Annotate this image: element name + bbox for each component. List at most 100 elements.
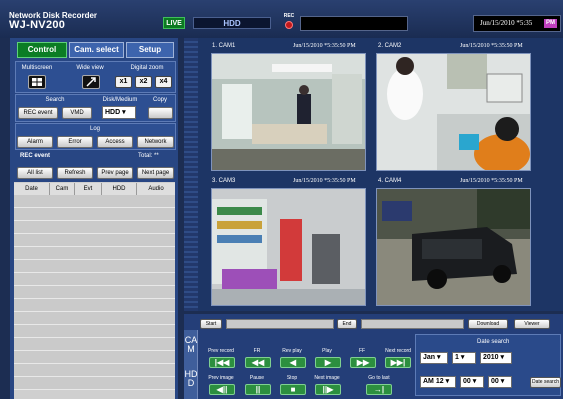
disk-medium-select[interactable]: HDD ▾ (102, 106, 136, 119)
stop-label: Stop (286, 375, 298, 381)
start-button[interactable]: Start (200, 319, 222, 329)
table-row[interactable] (14, 260, 175, 273)
column-header-hdd[interactable]: HDD (102, 183, 137, 195)
zoom-x4-button[interactable]: x4 (155, 76, 172, 88)
day-select[interactable]: 1 ▾ (452, 352, 476, 364)
table-row[interactable] (14, 338, 175, 351)
rec-event-search-button[interactable]: REC event (18, 107, 58, 119)
tab-cam[interactable]: CAM (184, 336, 198, 354)
live-badge[interactable]: LIVE (163, 17, 185, 29)
mode-display: HDD (193, 17, 271, 29)
wide-view-label: Wide view (76, 65, 104, 71)
reverse-play-icon: ◀ (289, 358, 297, 367)
cam1-feed[interactable] (211, 53, 366, 171)
all-list-button[interactable]: All list (17, 167, 53, 179)
cam3-feed[interactable] (211, 188, 366, 306)
fast-forward-label: FF (358, 348, 366, 354)
go-to-last-label: Go to last (368, 375, 390, 381)
table-row[interactable] (14, 273, 175, 286)
column-header-audio[interactable]: Audio (137, 183, 175, 195)
play-button[interactable]: ▶ (315, 357, 341, 368)
prev-record-label: Prev record (208, 348, 234, 354)
month-select[interactable]: Jan ▾ (420, 352, 448, 364)
table-row[interactable] (14, 208, 175, 221)
tab-setup[interactable]: Setup (126, 42, 174, 58)
zoom-x1-button[interactable]: x1 (115, 76, 132, 88)
column-header-cam[interactable]: Cam (50, 183, 75, 195)
log-access-button[interactable]: Access (97, 136, 133, 148)
minute-select[interactable]: 00 ▾ (460, 376, 484, 388)
chevron-down-icon: ▾ (472, 378, 477, 385)
chevron-down-icon: ▾ (500, 354, 505, 361)
log-error-button[interactable]: Error (57, 136, 93, 148)
next-page-button[interactable]: Next page (137, 167, 174, 179)
table-row[interactable] (14, 195, 175, 208)
cam4-label: 4. CAM4 (378, 178, 402, 184)
model-name: WJ-NV200 (9, 19, 66, 31)
tab-cam-select[interactable]: Cam. select (69, 42, 124, 58)
stop-icon: ■ (290, 385, 296, 394)
chevron-down-icon: ▾ (122, 109, 126, 116)
cam3-label: 3. CAM3 (212, 178, 236, 184)
log-alarm-button[interactable]: Alarm (17, 136, 53, 148)
tab-control[interactable]: Control (17, 42, 67, 58)
chevron-down-icon: ▾ (445, 378, 450, 385)
cam4-feed[interactable] (376, 188, 531, 306)
table-row[interactable] (14, 247, 175, 260)
stop-button[interactable]: ■ (280, 384, 306, 395)
end-time-field[interactable] (361, 319, 464, 329)
wide-view-button[interactable] (82, 75, 100, 89)
end-button[interactable]: End (337, 319, 357, 329)
column-header-date[interactable]: Date (14, 183, 50, 195)
table-row[interactable] (14, 364, 175, 377)
prev-record-button[interactable]: |◀◀ (209, 357, 235, 368)
cam2-feed[interactable] (376, 53, 531, 171)
download-button[interactable]: Download (468, 319, 508, 329)
pause-icon: || (255, 385, 261, 394)
prev-image-button[interactable]: ◀|| (209, 384, 235, 395)
year-value: 2010 (483, 354, 499, 361)
fast-reverse-button[interactable]: ◀◀ (245, 357, 271, 368)
day-value: 1 (455, 354, 459, 361)
vmd-search-button[interactable]: VMD (62, 107, 92, 119)
pause-button[interactable]: || (245, 384, 271, 395)
next-record-button[interactable]: ▶▶| (385, 357, 411, 368)
table-row[interactable] (14, 234, 175, 247)
multiscreen-button[interactable] (28, 75, 46, 89)
go-to-last-button[interactable]: →| (366, 384, 392, 395)
cam4-image (377, 189, 530, 305)
chevron-down-icon: ▾ (500, 378, 505, 385)
table-row[interactable] (14, 377, 175, 390)
start-time-field[interactable] (226, 319, 334, 329)
table-row[interactable] (14, 221, 175, 234)
zoom-x2-button[interactable]: x2 (135, 76, 152, 88)
table-row[interactable] (14, 325, 175, 338)
table-row[interactable] (14, 286, 175, 299)
cam1-timestamp: Jun/15/2010 *5:35:50 PM (293, 43, 356, 49)
column-header-evt[interactable]: Evt (75, 183, 102, 195)
rev-play-button[interactable]: ◀ (280, 357, 306, 368)
fast-forward-button[interactable]: ▶▶ (350, 357, 376, 368)
cam4-timestamp: Jun/15/2010 *5:35:50 PM (460, 178, 523, 184)
hour-value: AM 12 (423, 378, 444, 385)
table-row[interactable] (14, 312, 175, 325)
log-network-button[interactable]: Network (137, 136, 174, 148)
viewer-button[interactable]: Viewer (514, 319, 550, 329)
tab-hdd[interactable]: HDD (184, 370, 198, 388)
table-row[interactable] (14, 351, 175, 364)
date-search-button[interactable]: Date search (530, 377, 561, 388)
skip-back-icon: |◀◀ (214, 358, 230, 367)
hour-select[interactable]: AM 12 ▾ (420, 376, 456, 388)
ampm-badge: PM (544, 19, 557, 28)
prev-page-button[interactable]: Prev page (97, 167, 133, 179)
next-record-label: Next record (385, 348, 411, 354)
refresh-button[interactable]: Refresh (57, 167, 93, 179)
disk-medium-value: HDD (105, 109, 121, 116)
table-row[interactable] (14, 299, 175, 312)
next-image-button[interactable]: ||▶ (315, 384, 341, 395)
disk-medium-label: Disk/Medium (102, 97, 138, 103)
copy-button[interactable] (148, 107, 173, 119)
second-select[interactable]: 00 ▾ (488, 376, 512, 388)
year-select[interactable]: 2010 ▾ (480, 352, 512, 364)
prev-image-label: Prev image (208, 375, 234, 381)
